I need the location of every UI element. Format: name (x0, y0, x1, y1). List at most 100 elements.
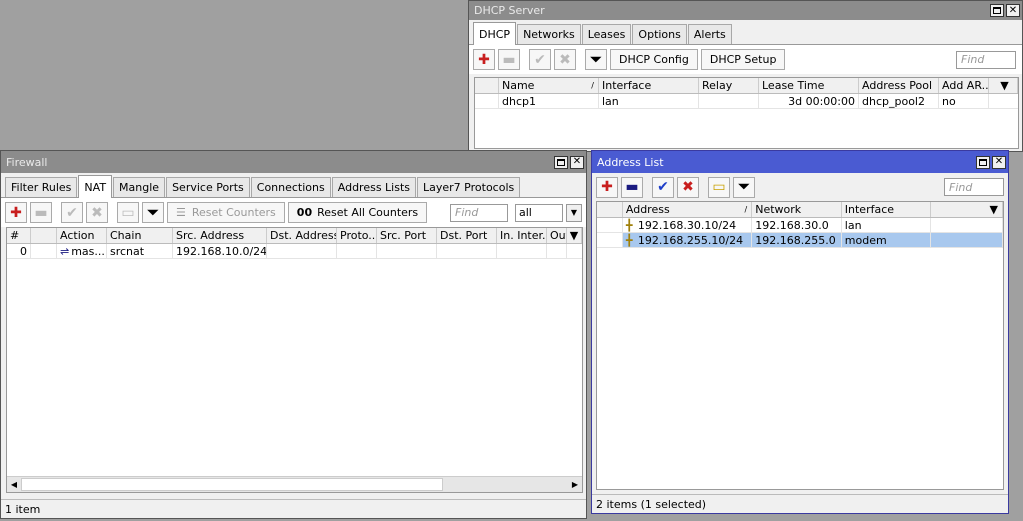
col-action[interactable]: Action (57, 228, 107, 243)
sort-icon: / (744, 205, 748, 214)
scroll-thumb[interactable] (21, 478, 443, 491)
address-list-window: Address List ✕ ✚ ▬ ✔ ✖ ▭ ⏷ Find Address /… (591, 150, 1009, 514)
maximize-button[interactable] (976, 155, 990, 169)
scroll-left-icon[interactable]: ◀ (7, 477, 21, 492)
add-button[interactable]: ✚ (473, 49, 495, 70)
col-name[interactable]: Name / (499, 78, 599, 93)
firewall-find-input[interactable]: Find (450, 203, 508, 222)
table-row[interactable]: dhcp1 lan 3d 00:00:00 dhcp_pool2 no (475, 94, 1018, 109)
filter-button[interactable]: ⏷ (142, 202, 164, 223)
col-src-port[interactable]: Src. Port (377, 228, 437, 243)
col-interface[interactable]: Interface (842, 202, 932, 217)
dhcp-server-titlebar[interactable]: DHCP Server ✕ (469, 1, 1022, 20)
table-row[interactable]: ╋ 192.168.255.10/24 192.168.255.0 modem (597, 233, 1003, 248)
minus-icon: ▬ (34, 204, 48, 221)
tab-filter-rules[interactable]: Filter Rules (5, 177, 78, 197)
column-menu-button[interactable]: ▼ (931, 202, 1003, 217)
sort-icon: / (591, 81, 594, 90)
col-src-address[interactable]: Src. Address (173, 228, 267, 243)
reset-all-counters-button[interactable]: 00 Reset All Counters (287, 202, 428, 223)
tab-networks[interactable]: Networks (517, 24, 581, 44)
horizontal-scrollbar[interactable]: ◀ ▶ (7, 476, 582, 492)
enable-button[interactable]: ✔ (652, 176, 674, 198)
x-icon: ✖ (682, 179, 694, 195)
maximize-button[interactable] (990, 4, 1004, 17)
dhcp-tabs: DHCP Networks Leases Options Alerts (469, 20, 1022, 45)
filter-button[interactable]: ⏷ (733, 176, 755, 198)
address-icon: ╋ (625, 218, 633, 232)
x-icon: ✖ (91, 204, 103, 221)
col-protocol[interactable]: Proto... (337, 228, 377, 243)
comment-button[interactable]: ▭ (708, 176, 730, 198)
remove-button[interactable]: ▬ (498, 49, 520, 70)
scroll-right-icon[interactable]: ▶ (568, 477, 582, 492)
table-row[interactable]: ╋ 192.168.30.10/24 192.168.30.0 lan (597, 218, 1003, 233)
address-list-find-input[interactable]: Find (944, 178, 1004, 196)
remove-button[interactable]: ▬ (621, 176, 643, 198)
col-network[interactable]: Network (752, 202, 842, 217)
chevron-down-icon: ▼ (570, 208, 578, 217)
plus-icon: ✚ (478, 51, 490, 68)
table-row[interactable]: 0 ⇌ mas... srcnat 192.168.10.0/24 (7, 244, 582, 259)
column-menu-button[interactable]: ▼ (989, 78, 1018, 93)
close-button[interactable]: ✕ (1006, 4, 1020, 17)
disable-button[interactable]: ✖ (554, 49, 576, 70)
tab-dhcp[interactable]: DHCP (473, 22, 517, 45)
tab-leases[interactable]: Leases (581, 24, 632, 44)
chevron-down-icon: ▼ (989, 203, 998, 216)
dhcp-find-input[interactable]: Find (956, 50, 1016, 69)
tab-options[interactable]: Options (632, 24, 687, 44)
add-button[interactable]: ✚ (5, 202, 27, 223)
maximize-button[interactable] (554, 155, 568, 169)
reset-counters-button[interactable]: ☰ Reset Counters (167, 202, 285, 223)
column-menu-button[interactable]: ▼ (567, 228, 582, 243)
col-dst-port[interactable]: Dst. Port (437, 228, 497, 243)
tab-mangle[interactable]: Mangle (113, 177, 166, 197)
tab-layer7-protocols[interactable]: Layer7 Protocols (417, 177, 521, 197)
enable-button[interactable]: ✔ (61, 202, 83, 223)
close-button[interactable]: ✕ (570, 155, 584, 169)
col-address[interactable]: Address / (623, 202, 753, 217)
col-flag[interactable] (597, 202, 623, 217)
col-address-pool[interactable]: Address Pool (859, 78, 939, 93)
col-relay[interactable]: Relay (699, 78, 759, 93)
col-dst-address[interactable]: Dst. Address (267, 228, 337, 243)
address-list-table-header: Address / Network Interface ▼ (597, 202, 1003, 218)
col-add-arp[interactable]: Add AR... (939, 78, 989, 93)
tab-service-ports[interactable]: Service Ports (166, 177, 250, 197)
chain-filter-select[interactable]: all (515, 203, 563, 222)
col-flag[interactable] (31, 228, 57, 243)
comment-button[interactable]: ▭ (117, 202, 139, 223)
tab-alerts[interactable]: Alerts (687, 24, 732, 44)
comment-icon: ▭ (121, 204, 135, 221)
close-icon: ✕ (572, 156, 582, 167)
check-icon: ✔ (657, 179, 669, 195)
col-in-interface[interactable]: In. Inter... (497, 228, 547, 243)
tab-address-lists[interactable]: Address Lists (331, 177, 417, 197)
close-button[interactable]: ✕ (992, 155, 1006, 169)
col-out-interface[interactable]: Out (547, 228, 567, 243)
filter-icon: ⏷ (590, 51, 602, 68)
remove-button[interactable]: ▬ (30, 202, 52, 223)
col-lease-time[interactable]: Lease Time (759, 78, 859, 93)
disable-button[interactable]: ✖ (677, 176, 699, 198)
disable-button[interactable]: ✖ (86, 202, 108, 223)
address-list-titlebar[interactable]: Address List ✕ (592, 151, 1008, 173)
chain-filter-dropdown[interactable]: ▼ (566, 203, 582, 222)
col-interface[interactable]: Interface (599, 78, 699, 93)
tab-connections[interactable]: Connections (250, 177, 331, 197)
dhcp-setup-button[interactable]: DHCP Setup (700, 49, 786, 70)
dhcp-config-button[interactable]: DHCP Config (610, 49, 698, 70)
firewall-toolbar: ✚ ▬ ✔ ✖ ▭ ⏷ ☰ Reset Counters 00 Reset All … (1, 197, 586, 227)
firewall-titlebar[interactable]: Firewall ✕ (1, 151, 586, 173)
dhcp-table-header: Name / Interface Relay Lease Time Address… (475, 78, 1018, 94)
tab-nat[interactable]: NAT (78, 175, 113, 198)
firewall-window: Firewall ✕ Filter Rules NAT Mangle Servi… (0, 150, 587, 519)
add-button[interactable]: ✚ (596, 176, 618, 198)
enable-button[interactable]: ✔ (529, 49, 551, 70)
filter-button[interactable]: ⏷ (585, 49, 607, 70)
col-number[interactable]: # (7, 228, 31, 243)
col-flag[interactable] (475, 78, 499, 93)
check-icon: ✔ (66, 204, 78, 221)
col-chain[interactable]: Chain (107, 228, 173, 243)
